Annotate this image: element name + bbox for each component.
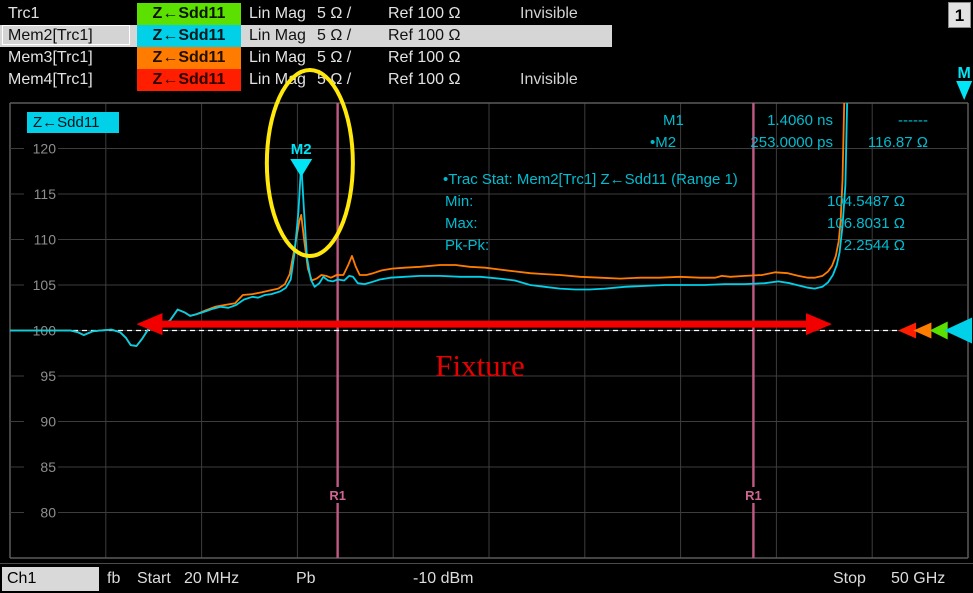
tab-zsdd11[interactable]: Z←Sdd11 [27,112,119,133]
highlight-ellipse-annotation [267,70,353,256]
trace-mem2trc1 [10,94,847,346]
marker1-label: M1 [663,111,684,131]
marker2-value: 116.87 Ω [836,133,928,153]
y-tick-label: 105 [33,277,57,293]
stat-min-value: 104.5487 Ω [748,192,905,212]
stat-max-value: 106.8031 Ω [748,214,905,234]
range-gate-label: R1 [745,488,762,503]
y-tick-label: 85 [40,459,56,475]
range-gate-label: R1 [329,488,346,503]
trace-ref-indicator-icon [913,323,931,339]
marker2-label: •M2 [650,133,676,153]
y-tick-label: 115 [34,186,57,202]
marker1-value: ------ [836,111,928,131]
stat-pkpk-label: Pk-Pk: [445,236,489,256]
marker-m-offscreen-icon[interactable] [956,81,972,100]
marker2-stimulus: 253.0000 ps [690,133,833,153]
marker-m2-icon[interactable] [290,159,312,177]
trace-ref-indicator-icon [944,318,972,344]
y-tick-label: 95 [40,368,56,384]
stat-pkpk-value: 2.2544 Ω [748,236,905,256]
fixture-arrow-right-head [806,313,832,335]
trace-mem3trc1 [10,94,844,346]
marker-m-offscreen-label: M [958,65,971,82]
fixture-annotation-label: Fixture [398,348,562,384]
chart-canvas: 80859095100105110115120R1R1M2M [0,0,973,593]
stat-max-label: Max: [445,214,478,234]
y-tick-label: 90 [40,414,56,430]
y-tick-label: 80 [40,505,56,521]
marker-m2-label: M2 [291,141,312,158]
stat-min-label: Min: [445,192,473,212]
trace-stat-title: •Trac Stat: Mem2[Trc1] Z←Sdd11 (Range 1) [443,170,738,190]
marker1-stimulus: 1.4060 ns [690,111,833,131]
y-tick-label: 110 [34,232,57,248]
vna-screen: Trc1 Z←Sdd11 Lin Mag 5 Ω / Ref 100 Ω Inv… [0,0,973,593]
window-number-badge[interactable]: 1 [948,2,971,28]
trace-ref-indicator-icon [898,323,916,339]
y-tick-label: 120 [33,141,57,157]
fixture-arrow-left-head [136,313,162,335]
